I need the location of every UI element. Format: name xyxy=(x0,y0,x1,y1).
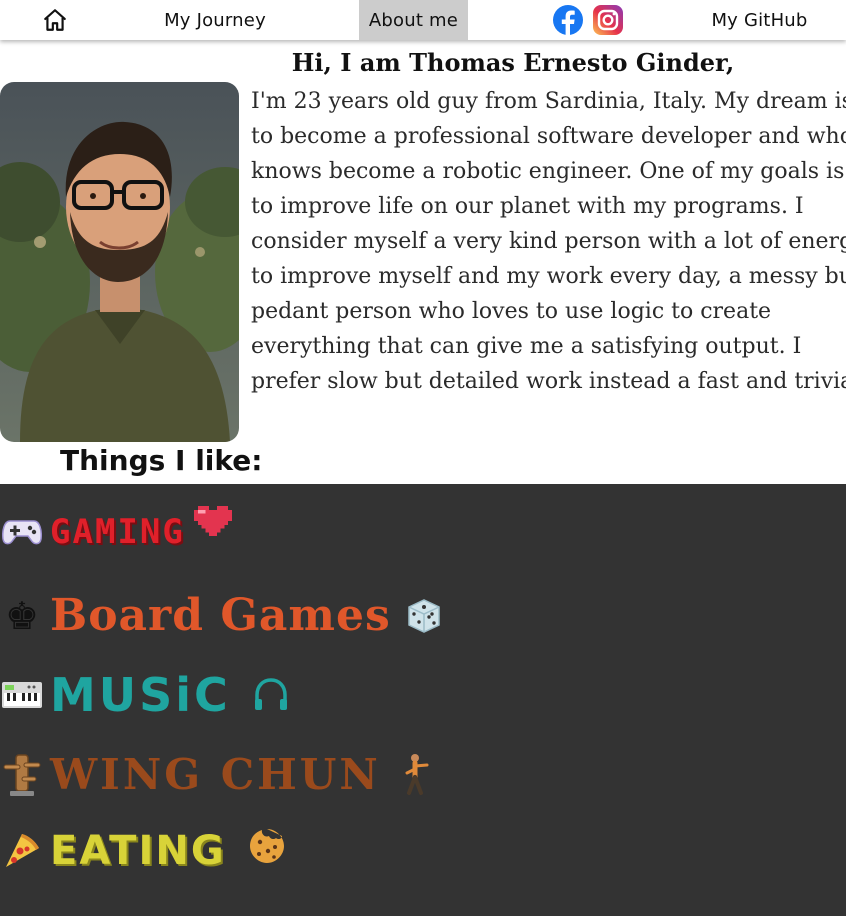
pizza-icon xyxy=(0,829,44,873)
like-item-board-games: ♚ Board Games xyxy=(0,590,443,641)
facebook-icon[interactable] xyxy=(552,4,584,36)
bio-text: I'm 23 years old guy from Sardinia, Ital… xyxy=(251,89,846,394)
cookie-icon xyxy=(248,827,286,865)
likes-heading: Things I like: xyxy=(60,444,263,477)
like-label-gaming: GAMING xyxy=(50,512,185,552)
bio-container: I'm 23 years old guy from Sardinia, Ital… xyxy=(251,84,846,404)
profile-photo xyxy=(0,82,239,442)
like-item-partial xyxy=(0,900,44,916)
like-label-music: MUSiC xyxy=(50,668,231,722)
nav-my-journey[interactable]: My Journey xyxy=(140,0,290,40)
home-icon xyxy=(44,9,66,31)
gamepad-icon xyxy=(0,510,44,554)
like-item-eating: EATING xyxy=(0,828,286,874)
wooden-dummy-icon xyxy=(0,753,44,797)
like-item-gaming: GAMING xyxy=(0,506,233,554)
home-link[interactable] xyxy=(38,0,72,40)
headphones-icon xyxy=(253,677,289,713)
instagram-icon[interactable] xyxy=(592,4,624,36)
nav-my-github[interactable]: My GitHub xyxy=(692,0,827,40)
dice-icon xyxy=(405,597,443,635)
like-label-eating: EATING xyxy=(50,828,226,874)
keyboard-synth-icon xyxy=(0,673,44,717)
like-item-music: MUSiC xyxy=(0,668,289,722)
top-nav: My Journey About me My GitHub xyxy=(0,0,846,40)
like-label-wing-chun: WING CHUN xyxy=(50,750,381,799)
likes-panel: GAMING ♚ Board Games MUSiC WING CHUN EAT… xyxy=(0,484,846,916)
chess-king-icon: ♚ xyxy=(4,593,40,638)
like-label-board-games: Board Games xyxy=(50,590,391,641)
nav-about-me[interactable]: About me xyxy=(359,0,468,40)
like-item-wing-chun: WING CHUN xyxy=(0,750,431,799)
partial-item-icon xyxy=(0,900,44,916)
martial-artist-icon xyxy=(403,753,431,797)
pixel-heart-icon xyxy=(193,506,233,540)
social-links xyxy=(552,0,624,40)
intro-heading: Hi, I am Thomas Ernesto Ginder, xyxy=(291,48,735,77)
